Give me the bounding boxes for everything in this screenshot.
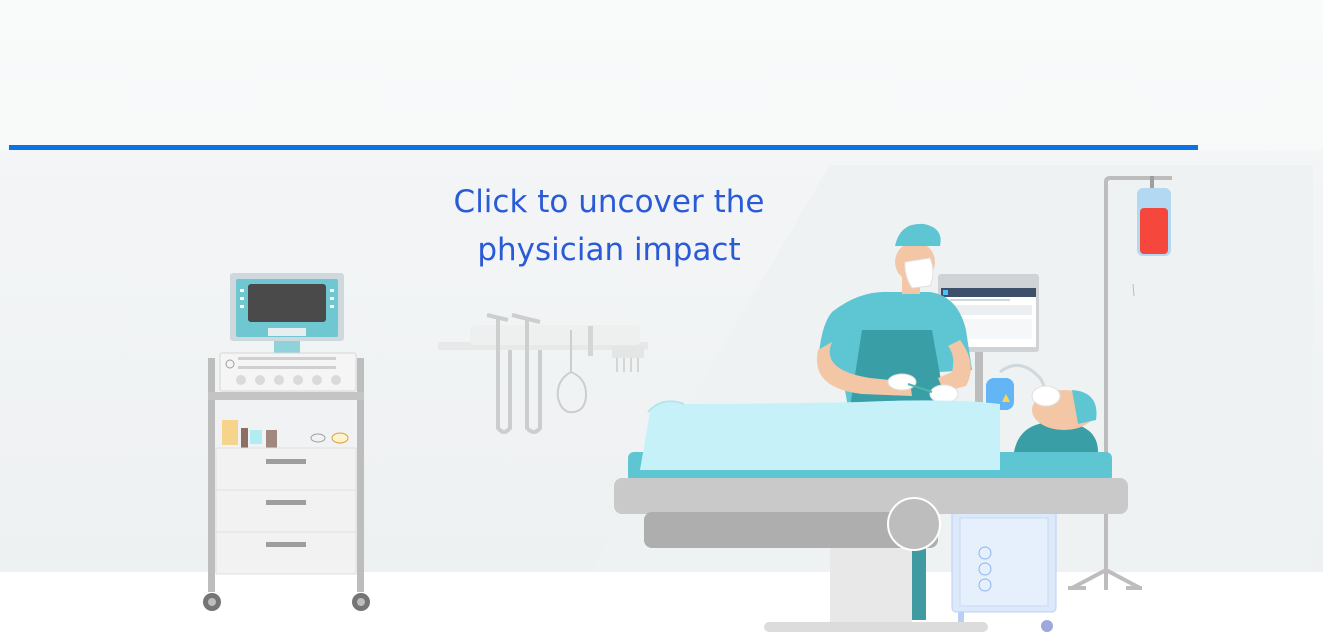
operating-room-illustration[interactable] (0, 0, 1323, 632)
uncover-impact-link[interactable]: Click to uncover the physician impact (438, 178, 780, 274)
cta-line-2: physician impact (477, 232, 741, 268)
medical-cart-icon (203, 273, 370, 611)
stethoscope-icon (438, 313, 648, 434)
cta-line-1: Click to uncover the (453, 184, 765, 220)
hero-stage[interactable]: Click to uncover the physician impact (0, 0, 1323, 632)
